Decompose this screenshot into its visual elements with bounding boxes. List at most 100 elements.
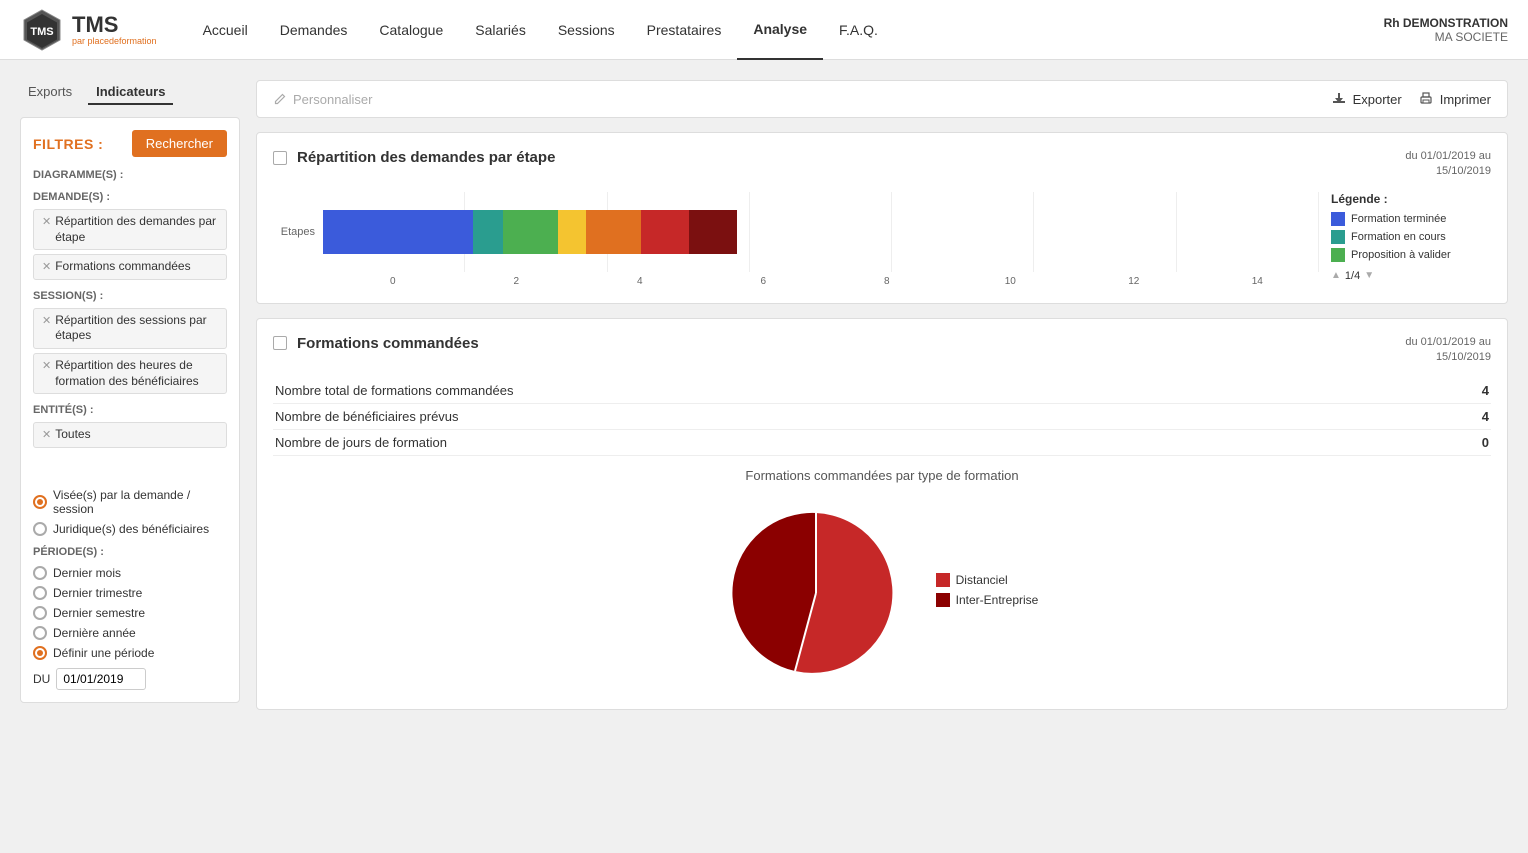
pagination: 1/4 xyxy=(1345,270,1360,282)
nav-demandes[interactable]: Demandes xyxy=(264,0,364,60)
main-content: Personnaliser Exporter xyxy=(256,80,1508,833)
pie-label-2: Inter-Entreprise xyxy=(956,593,1039,607)
card-1-header: Répartition des demandes par étape du 01… xyxy=(273,149,1491,180)
card-1-title: Répartition des demandes par étape xyxy=(297,149,555,166)
legend-item-3: Proposition à valider xyxy=(1331,248,1491,262)
bar-chart-area: Etapes xyxy=(273,192,1491,287)
radio-dernier-mois-label: Dernier mois xyxy=(53,566,121,580)
label-du: DU xyxy=(33,672,50,686)
legend-item-1: Formation terminée xyxy=(1331,212,1491,226)
radio-dernier-trimestre[interactable]: Dernier trimestre xyxy=(33,586,227,600)
stat-row-1: Nombre total de formations commandées 4 xyxy=(273,378,1491,404)
filter-header: FILTRES : Rechercher xyxy=(33,130,227,157)
legend-nav: ▲ 1/4 ▼ xyxy=(1331,270,1491,282)
radio-definir-periode-label: Définir une période xyxy=(53,646,154,660)
nav-catalogue[interactable]: Catalogue xyxy=(363,0,459,60)
nav-faq[interactable]: F.A.Q. xyxy=(823,0,894,60)
x-6: 6 xyxy=(702,276,826,287)
legend-item-2: Formation en cours xyxy=(1331,230,1491,244)
legend-color-2 xyxy=(1331,230,1345,244)
radio-juridiques[interactable]: Juridique(s) des bénéficiaires xyxy=(33,522,227,536)
tag-session-1: ✕ Répartition des sessions par étapes xyxy=(33,308,227,349)
card-2-date: du 01/01/2019 au15/10/2019 xyxy=(1405,335,1491,366)
x-8: 8 xyxy=(825,276,949,287)
filter-title: FILTRES : xyxy=(33,136,103,152)
remove-tag-session-1[interactable]: ✕ xyxy=(42,314,51,328)
stat-row-3: Nombre de jours de formation 0 xyxy=(273,429,1491,455)
stat-label-1: Nombre total de formations commandées xyxy=(273,378,1451,404)
y-label: Etapes xyxy=(273,226,323,238)
legend-color-1 xyxy=(1331,212,1345,226)
pie-subtitle: Formations commandées par type de format… xyxy=(273,468,1491,483)
pie-legend-item-2: Inter-Entreprise xyxy=(936,593,1039,607)
radio-dernier-trimestre-label: Dernier trimestre xyxy=(53,586,142,600)
nav-sessions[interactable]: Sessions xyxy=(542,0,631,60)
legend-label-2: Formation en cours xyxy=(1351,231,1446,243)
x-0: 0 xyxy=(331,276,455,287)
radio-derniere-annee[interactable]: Dernière année xyxy=(33,626,227,640)
user-info[interactable]: Rh DEMONSTRATION MA SOCIETE xyxy=(1384,16,1508,44)
tags-sessions: ✕ Répartition des sessions par étapes ✕ … xyxy=(33,308,227,394)
stat-table: Nombre total de formations commandées 4 … xyxy=(273,378,1491,456)
imprimer-button[interactable]: Imprimer xyxy=(1418,91,1491,107)
tag-demande-2-label: Formations commandées xyxy=(55,259,190,275)
nav-salaries[interactable]: Salariés xyxy=(459,0,542,60)
arrow-down[interactable]: ▼ xyxy=(1364,270,1374,281)
content-toolbar: Personnaliser Exporter xyxy=(256,80,1508,118)
search-button[interactable]: Rechercher xyxy=(132,130,227,157)
gl-5 xyxy=(892,192,1034,272)
personaliser-button[interactable]: Personnaliser xyxy=(273,92,373,107)
radio-dernier-semestre[interactable]: Dernier semestre xyxy=(33,606,227,620)
x-4: 4 xyxy=(578,276,702,287)
tag-session-2-label: Répartition des heures de formation des … xyxy=(55,358,218,389)
tags-demandes: ✕ Répartition des demandes par étape ✕ F… xyxy=(33,209,227,280)
date-du-input[interactable] xyxy=(56,668,146,690)
nav-analyse[interactable]: Analyse xyxy=(737,0,823,60)
imprimer-label: Imprimer xyxy=(1440,92,1491,107)
remove-tag-demande-2[interactable]: ✕ xyxy=(42,260,51,274)
chart-card-2: Formations commandées du 01/01/2019 au15… xyxy=(256,318,1508,710)
remove-tag-demande-1[interactable]: ✕ xyxy=(42,215,51,229)
remove-tag-session-2[interactable]: ✕ xyxy=(42,359,51,373)
toolbar-right: Exporter Imprimer xyxy=(1331,91,1491,107)
legend-color-3 xyxy=(1331,248,1345,262)
stat-label-3: Nombre de jours de formation xyxy=(273,429,1451,455)
legend-label-1: Formation terminée xyxy=(1351,213,1446,225)
grid-and-bar xyxy=(323,192,1319,272)
card-2-checkbox[interactable] xyxy=(273,336,287,350)
radio-visees[interactable]: Visée(s) par la demande / session xyxy=(33,488,227,516)
radio-derniere-annee-circle xyxy=(33,626,47,640)
nav-accueil[interactable]: Accueil xyxy=(187,0,264,60)
pie-legend-item-1: Distanciel xyxy=(936,573,1039,587)
logo: TMS TMS par placedeformation xyxy=(20,8,157,52)
legend-label-3: Proposition à valider xyxy=(1351,249,1451,261)
radio-definir-periode-circle xyxy=(33,646,47,660)
x-2: 2 xyxy=(455,276,579,287)
card-1-checkbox[interactable] xyxy=(273,151,287,165)
tag-entite-1: ✕ Toutes xyxy=(33,422,227,448)
remove-tag-entite-1[interactable]: ✕ xyxy=(42,428,51,442)
bar-seg-3 xyxy=(503,210,558,254)
user-name: Rh DEMONSTRATION xyxy=(1384,16,1508,30)
arrow-up[interactable]: ▲ xyxy=(1331,270,1341,281)
card-2-header: Formations commandées du 01/01/2019 au15… xyxy=(273,335,1491,366)
tag-entite-1-label: Toutes xyxy=(55,427,90,443)
page-body: Exports Indicateurs FILTRES : Rechercher… xyxy=(0,60,1528,853)
nav-prestataires[interactable]: Prestataires xyxy=(631,0,738,60)
bar-chart-legend: Légende : Formation terminée Formation e… xyxy=(1331,192,1491,287)
logo-tms: TMS xyxy=(72,12,118,37)
exporter-label: Exporter xyxy=(1353,92,1402,107)
radio-derniere-annee-label: Dernière année xyxy=(53,626,136,640)
exporter-button[interactable]: Exporter xyxy=(1331,91,1402,107)
bar-seg-6 xyxy=(641,210,689,254)
tag-session-2: ✕ Répartition des heures de formation de… xyxy=(33,353,227,394)
stat-value-3: 0 xyxy=(1451,429,1491,455)
tag-demande-2: ✕ Formations commandées xyxy=(33,254,227,280)
label-entites: ENTITÉ(S) : xyxy=(33,404,227,416)
radio-dernier-mois[interactable]: Dernier mois xyxy=(33,566,227,580)
radio-visees-label: Visée(s) par la demande / session xyxy=(53,488,227,516)
logo-subtitle: par placedeformation xyxy=(72,36,157,46)
radio-definir-periode[interactable]: Définir une période xyxy=(33,646,227,660)
tab-exports[interactable]: Exports xyxy=(20,80,80,105)
tab-indicateurs[interactable]: Indicateurs xyxy=(88,80,173,105)
